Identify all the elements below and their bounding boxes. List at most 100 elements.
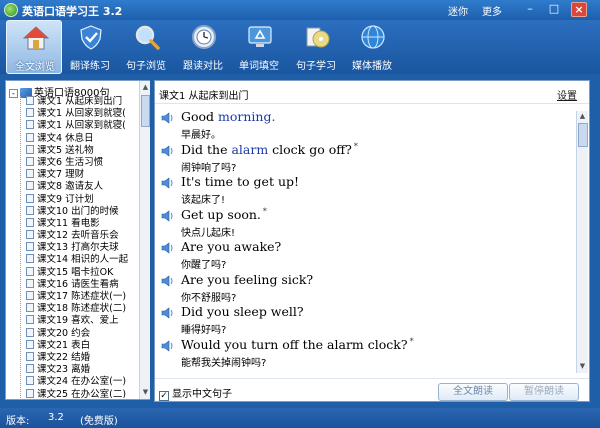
sentence-item: Would you turn off the alarm clock? * 能帮我关… — [161, 337, 573, 370]
english-sentence[interactable]: Get up soon. * — [181, 207, 267, 222]
english-sentence[interactable]: Did you sleep well? — [181, 304, 304, 319]
speaker-icon[interactable] — [161, 112, 174, 124]
tool-translation-practice[interactable]: 翻译练习 — [62, 20, 118, 74]
speaker-icon[interactable] — [161, 274, 174, 287]
maximize-button[interactable]: □ — [546, 2, 562, 17]
tree-lesson-label: 课文5 送礼物 — [37, 144, 94, 156]
tree-lesson-item[interactable]: 课文24 在办公室(一) — [21, 376, 137, 388]
tree-lesson-item[interactable]: 课文12 去听音乐会 — [21, 230, 137, 242]
tree-lesson-item[interactable]: 课文1 从起床到出门 — [21, 96, 137, 108]
title-bar: 英语口语学习王 3.2 迷你 更多 – □ × — [0, 0, 600, 20]
speaker-icon[interactable] — [161, 144, 174, 157]
settings-link[interactable]: 设置 — [557, 87, 577, 102]
tree-lesson-item[interactable]: 课文14 相识的人一起 — [21, 254, 137, 266]
tree-root[interactable]: - 英语口语8000句 — [9, 84, 109, 99]
scroll-thumb[interactable] — [578, 123, 588, 147]
tool-sentence-browse[interactable]: 句子浏览 — [118, 20, 174, 74]
scroll-up-icon[interactable]: ▲ — [578, 111, 587, 122]
tree-lesson-item[interactable]: 课文16 请医生看病 — [21, 278, 137, 291]
lesson-scrollbar[interactable]: ▲ ▼ — [576, 111, 588, 373]
tree-lesson-label: 课文6 生活习惯 — [37, 156, 104, 168]
highlighted-word[interactable]: morning. — [218, 109, 275, 124]
divider — [155, 103, 589, 104]
tree-lesson-item[interactable]: 课文8 邀请友人 — [21, 181, 137, 193]
speaker-icon[interactable] — [161, 209, 174, 222]
version-label: 版本: — [6, 416, 30, 427]
sentence-text: Are you awake? — [181, 239, 282, 254]
pause-reading-button[interactable]: 暂停朗读 — [509, 383, 579, 401]
tree-lesson-item[interactable]: 课文13 打高尔夫球 — [21, 242, 137, 254]
document-icon — [26, 169, 34, 179]
speaker-icon[interactable] — [161, 307, 174, 319]
minimize-button[interactable]: – — [522, 2, 538, 17]
english-sentence[interactable]: It's time to get up! — [181, 174, 299, 189]
english-sentence[interactable]: Did the alarm clock go off? * — [181, 142, 358, 157]
tree-scrollbar[interactable]: ▲ ▼ — [139, 81, 150, 399]
tree-lesson-label: 课文12 去听音乐会 — [37, 230, 119, 242]
sentence-item: Are you awake? 你醒了吗? — [161, 239, 573, 272]
tool-label: 翻译练习 — [70, 61, 110, 72]
scroll-down-icon[interactable]: ▼ — [141, 387, 150, 398]
magnifier-icon — [135, 25, 160, 50]
tool-word-fill-blank[interactable]: 单词填空 — [231, 20, 287, 74]
checkbox-box[interactable]: ✓ — [159, 391, 169, 401]
tree-lesson-item[interactable]: 课文15 唱卡拉OK — [21, 266, 137, 279]
english-sentence[interactable]: Would you turn off the alarm clock? * — [181, 337, 414, 352]
lesson-content-panel: 课文1 从起床到出门 设置 Good morning. 早晨好。 Did the a… — [154, 80, 590, 402]
speaker-icon[interactable] — [161, 339, 174, 352]
tree-lesson-item[interactable]: 课文19 喜欢、爱上 — [21, 315, 137, 327]
tree-lesson-item[interactable]: 课文5 送礼物 — [21, 144, 137, 157]
tree-lesson-item[interactable]: 课文6 生活习惯 — [21, 156, 137, 169]
tree-lesson-item[interactable]: 课文25 在办公室(二) — [21, 388, 137, 398]
shield-check-icon — [80, 25, 102, 50]
sentence-text: It's time to get up! — [181, 174, 300, 189]
main-toolbar: 全文浏览 翻译练习 句子浏览 跟读对比 单词填空 句子学习 媒体播放 — [0, 20, 600, 74]
tree-lesson-label: 课文19 喜欢、爱上 — [37, 315, 119, 327]
read-all-button[interactable]: 全文朗读 — [438, 383, 508, 401]
english-sentence[interactable]: Are you awake? — [181, 239, 281, 254]
tool-full-text-browse[interactable]: 全文浏览 — [6, 20, 62, 74]
speaker-icon[interactable] — [161, 242, 174, 254]
collapse-toggle-icon[interactable]: - — [9, 88, 18, 98]
sentence-text: Good — [181, 109, 219, 124]
document-icon — [26, 364, 34, 374]
tree-lesson-item[interactable]: 课文7 理财 — [21, 169, 137, 181]
document-icon — [26, 181, 34, 191]
scroll-up-icon[interactable]: ▲ — [141, 82, 150, 93]
english-sentence[interactable]: You finally got up. — [181, 369, 295, 371]
more-menu-button[interactable]: 更多 — [482, 3, 502, 18]
tree-lesson-item[interactable]: 课文22 结婚 — [21, 351, 137, 364]
tree-lesson-item[interactable]: 课文23 离婚 — [21, 364, 137, 376]
tree-lesson-item[interactable]: 课文11 看电影 — [21, 217, 137, 230]
tool-sentence-study[interactable]: 句子学习 — [288, 20, 344, 74]
english-sentence[interactable]: Good morning. — [181, 109, 275, 124]
tree-lesson-item[interactable]: 课文1 从回家到就寝( — [21, 120, 137, 132]
sentence-text: clock go off? — [268, 141, 352, 157]
highlighted-word[interactable]: alarm — [231, 142, 268, 157]
scroll-down-icon[interactable]: ▼ — [578, 361, 587, 372]
tree-lesson-item[interactable]: 课文21 表白 — [21, 339, 137, 352]
tool-media-play[interactable]: 媒体播放 — [344, 20, 400, 74]
tree-lesson-item[interactable]: 课文20 约会 — [21, 327, 137, 340]
close-button[interactable]: × — [571, 2, 587, 17]
tree-lesson-item[interactable]: 课文9 订计划 — [21, 193, 137, 206]
show-chinese-checkbox[interactable]: ✓ 显示中文句子 — [159, 385, 232, 401]
divider — [155, 378, 589, 379]
sentence-item: It's time to get up! 该起床了! — [161, 174, 573, 207]
tool-follow-read-compare[interactable]: 跟读对比 — [175, 20, 231, 74]
sentence-item: Are you feeling sick? 你不舒服吗? — [161, 272, 573, 305]
mini-mode-button[interactable]: 迷你 — [448, 3, 468, 18]
speaker-icon[interactable] — [161, 177, 174, 189]
tree-lesson-item[interactable]: 课文10 出门的时候 — [21, 205, 137, 218]
tree-lesson-item[interactable]: 课文18 陈述症状(二) — [21, 303, 137, 315]
english-sentence[interactable]: Are you feeling sick? — [181, 272, 313, 287]
sentence-item: Get up soon. * 快点儿起床! — [161, 207, 573, 240]
tree-lesson-item[interactable]: 课文4 休息日 — [21, 132, 137, 145]
tree-lesson-item[interactable]: 课文1 从回家到就寝( — [21, 108, 137, 120]
tree-lesson-item[interactable]: 课文17 陈述症状(一) — [21, 291, 137, 303]
window-title: 英语口语学习王 3.2 — [22, 5, 123, 18]
document-icon — [26, 96, 34, 105]
version-value: 3.2 — [48, 412, 64, 423]
tree-lesson-label: 课文16 请医生看病 — [37, 278, 119, 290]
scroll-thumb[interactable] — [141, 95, 150, 127]
